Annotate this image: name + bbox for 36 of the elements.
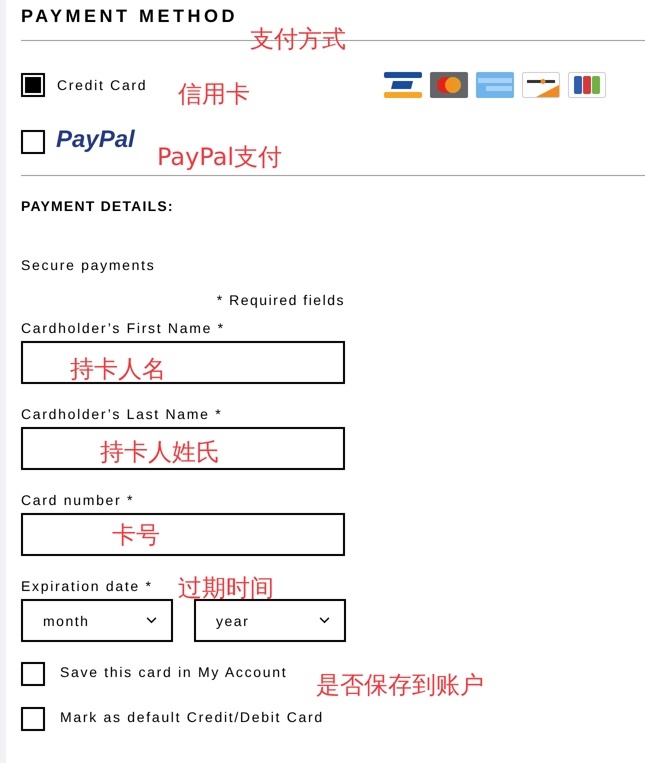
method-checkbox[interactable] [21,130,45,154]
card-logo-icon [476,72,514,98]
annotation-text: 过期时间 [178,575,274,601]
paypal-logo: PayPal [56,126,135,154]
annotation-text: 持卡人姓氏 [100,439,220,465]
annotation-text: PayPal支付 [157,144,282,170]
card-logo-icon [522,72,560,98]
annotation-text: 支付方式 [250,26,346,52]
annotation-text: 持卡人名 [70,356,166,382]
required-note: * Required fields [216,292,345,308]
section-title: PAYMENT METHOD [21,5,240,27]
dropdown[interactable]: month [21,599,173,642]
input-field[interactable] [21,341,345,384]
secure-note: Secure payments [21,257,156,273]
input-field[interactable] [21,513,345,556]
card-logo-icon [568,72,606,98]
field-label: Cardholder’s First Name * [21,320,225,336]
option-label: Mark as default Credit/Debit Card [60,708,324,724]
checkbox[interactable] [21,707,45,731]
details-title: PAYMENT DETAILS: [21,198,174,214]
field-label: Expiration date * [21,578,153,594]
card-logo-icon [384,72,422,98]
annotation-text: 卡号 [112,522,160,548]
annotation-text: 是否保存到账户 [316,672,484,698]
input-field[interactable] [21,427,345,470]
chevron-icon [319,617,330,624]
option-label: Save this card in My Account [60,664,288,680]
method-checkbox[interactable] [21,73,45,97]
field-label: Cardholder’s Last Name * [21,406,222,422]
field-label: Card number * [21,492,134,508]
annotation-text: 信用卡 [178,81,250,107]
method-label: Credit Card [57,77,148,93]
dropdown[interactable]: year [194,599,346,642]
checkbox[interactable] [21,662,45,686]
chevron-icon [146,617,157,624]
card-logo-icon [430,72,468,98]
